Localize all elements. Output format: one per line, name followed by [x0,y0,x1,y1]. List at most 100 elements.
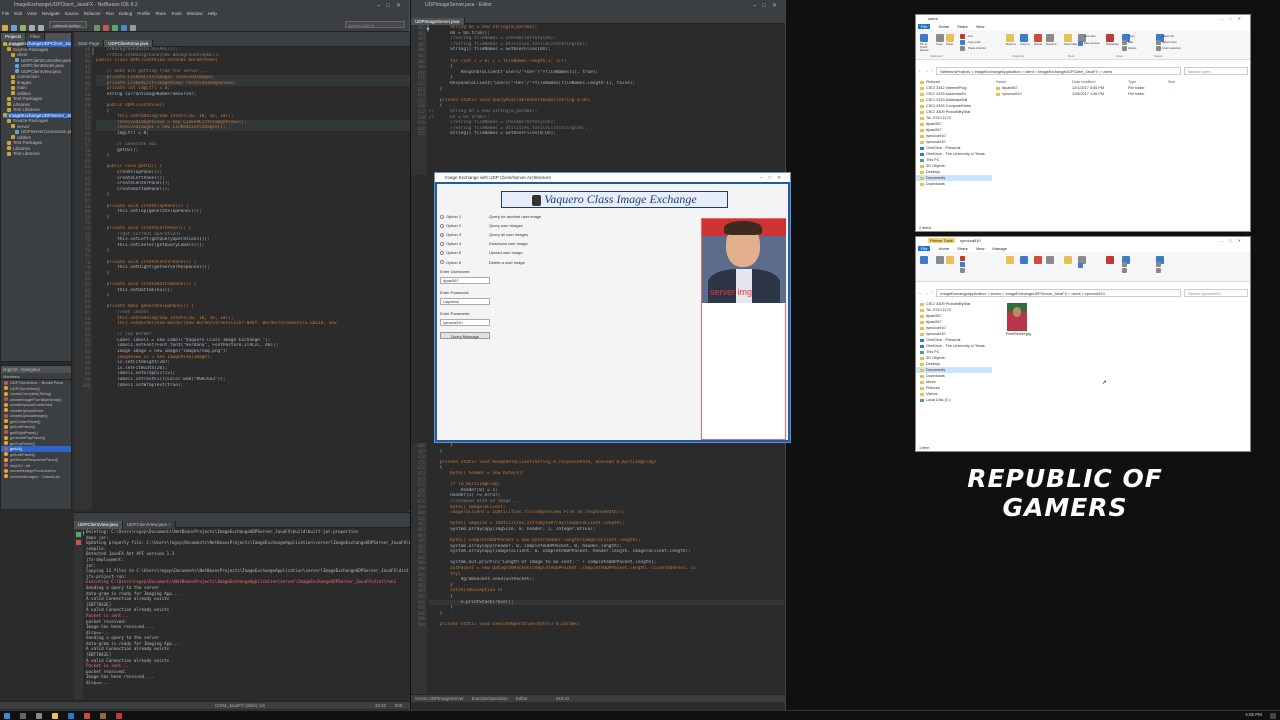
ribbon-button-label[interactable]: Copy to [1020,43,1034,46]
option-row-5[interactable]: Option 5 [440,250,461,256]
option-radio-4[interactable] [440,242,444,247]
netbeans-icon[interactable] [100,713,106,719]
ribbon-button-label[interactable]: Rename [1046,43,1060,46]
copy-icon[interactable] [936,256,944,264]
ribbon-button-label[interactable]: Easy access [1084,41,1100,45]
option-radio-6[interactable] [440,260,444,265]
ribbon-button-label[interactable]: Paste [946,43,960,46]
chrome-icon[interactable] [84,713,90,719]
code-editor-lower[interactable]: } } private static void RespondToClient(… [429,443,784,698]
history-icon[interactable] [1122,268,1127,273]
ribbon-tab-file[interactable]: File [918,24,931,29]
redo-icon[interactable] [38,25,44,31]
copy-icon[interactable] [936,34,944,42]
ribbon-tab-view[interactable]: View [976,24,985,29]
output-console[interactable]: Deleting: C:\Users\rogsp\Documents\NetBe… [84,529,410,699]
tab-projects[interactable]: Projects [1,33,27,41]
ribbon-tab-share[interactable]: Share [957,24,968,29]
menu-item-debug[interactable]: Debug [119,11,132,16]
breadcrumb-item[interactable]: ExecuteOperation [472,696,508,701]
ribbon-button-label[interactable]: History [1128,46,1137,50]
ribbon-button-label[interactable]: Properties [1106,43,1120,46]
pin-icon[interactable] [920,34,928,42]
task-view-icon[interactable] [36,713,42,719]
menu-item-run[interactable]: Run [106,11,114,16]
option-row-6[interactable]: Option 6 [440,260,461,266]
save-icon[interactable] [20,25,26,31]
cut-icon[interactable] [960,256,965,261]
project-tree-item[interactable]: Test Libraries [3,151,71,157]
window-controls[interactable]: –□✕ [760,173,787,182]
parameter-field[interactable]: ryeocca910 [440,319,490,326]
ribbon-tab-file[interactable]: File [918,246,931,251]
copy-to-icon[interactable] [1020,34,1028,42]
rename-icon[interactable] [1046,256,1054,264]
ribbon-button-label[interactable]: Select none [1162,40,1177,44]
option-radio-2[interactable] [440,224,444,229]
open-project-icon[interactable] [11,25,17,31]
ide-search-input[interactable]: Search (Ctrl+I) [345,21,405,28]
address-bar[interactable]: ImageExchangeApplication > server > Imag… [936,289,1181,297]
breadcrumb-item[interactable]: Editor [516,696,528,701]
ribbon-tab-home[interactable]: Home [938,24,949,29]
password-field[interactable]: Udpmnisi [440,298,490,305]
properties-icon[interactable] [1106,34,1114,42]
paste-icon[interactable] [946,34,954,42]
copy-to-icon[interactable] [1020,256,1028,264]
code-editor-upper[interactable]: String Un = new String(m_params); Un = U… [429,25,784,175]
paste-shortcut-icon[interactable] [960,268,965,273]
back-icon[interactable]: ← → ↑ [918,289,933,298]
code-editor[interactable]: //BackgroundSize.DEFAULT)); //this.setBa… [94,47,410,510]
new-file-icon[interactable] [2,25,8,31]
window-controls[interactable]: –□✕ [1221,15,1247,23]
build-icon[interactable] [93,25,100,31]
option-row-4[interactable]: Option 4 [440,241,461,247]
rerun-icon[interactable] [76,532,81,537]
ribbon-tab-manage[interactable]: Manage [992,246,1006,251]
nav-pane-item[interactable]: Downloads [916,181,992,187]
copy-path-icon[interactable] [960,40,965,45]
edge-icon[interactable] [68,713,74,719]
debug-icon[interactable] [120,25,127,31]
java-icon[interactable] [116,713,122,719]
ribbon-tab-share[interactable]: Share [957,246,968,251]
menu-item-tools[interactable]: Tools [171,11,182,16]
ribbon-button-label[interactable]: Paste shortcut [968,46,986,50]
navigator-item[interactable]: receivedImages : LinkedList [1,474,71,480]
move-to-icon[interactable] [1006,34,1014,42]
undo-icon[interactable] [29,25,35,31]
menu-item-help[interactable]: Help [208,11,217,16]
cut-icon[interactable] [960,34,965,39]
option-radio-5[interactable] [440,251,444,256]
file-explorer-icon[interactable] [52,713,58,719]
ribbon-button-label[interactable]: New item [1084,34,1096,38]
search-icon[interactable] [20,713,26,719]
run-icon[interactable] [111,25,118,31]
clean-build-icon[interactable] [102,25,109,31]
search-box[interactable]: Search users [1184,67,1248,75]
ribbon-button-label[interactable]: Select all [1162,34,1173,38]
navigator-members-select[interactable]: Members [1,373,71,380]
window-controls[interactable]: –□✕ [377,1,407,11]
column-header-size[interactable]: Size [1168,79,1188,85]
file-item[interactable]: FrontServer.jpg [1006,303,1031,336]
ribbon-button-label[interactable]: Open [1128,34,1135,38]
easy-access-icon[interactable] [1078,263,1083,268]
back-icon[interactable]: ← → ↑ [918,67,933,76]
tab-files[interactable]: Files [26,33,45,41]
delete-icon[interactable] [1034,256,1042,264]
menu-item-profile[interactable]: Profile [137,11,150,16]
menu-item-file[interactable]: File [2,11,9,16]
menu-item-source[interactable]: Source [64,11,78,16]
option-radio-1[interactable] [440,214,444,219]
menu-item-view[interactable]: View [27,11,37,16]
file-row[interactable]: ryeocca910 12/8/2017 1:06 PM File folder [996,91,1248,97]
notification-icon[interactable] [1270,713,1276,719]
rename-icon[interactable] [1046,34,1054,42]
menu-item-edit[interactable]: Edit [14,11,22,16]
menu-item-navigate[interactable]: Navigate [42,11,60,16]
easy-access-icon[interactable] [1078,41,1083,46]
window-controls[interactable]: –□✕ [753,1,783,11]
ribbon-button-label[interactable]: Cut [968,34,972,38]
ribbon-button-label[interactable]: Pin to Quick access [920,43,934,52]
